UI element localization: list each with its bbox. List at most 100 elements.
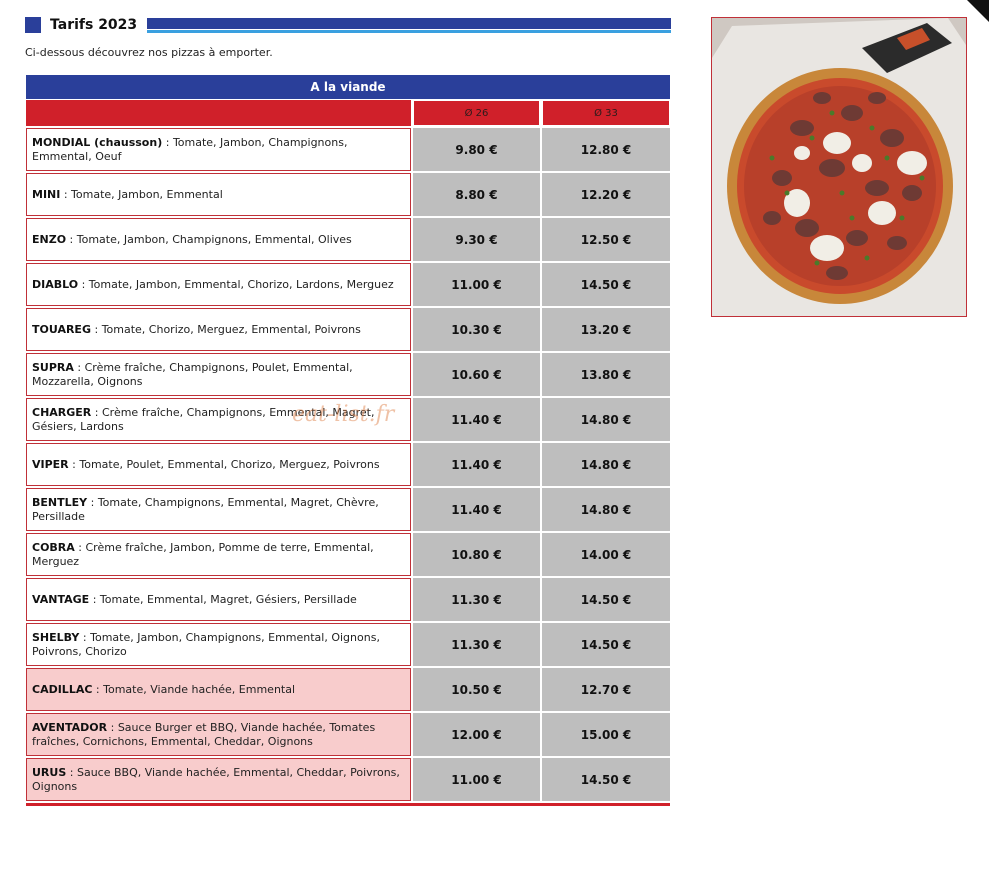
separator: : — [60, 187, 72, 201]
table-row: ENZO : Tomate, Jambon, Champignons, Emme… — [26, 217, 670, 262]
separator: : — [79, 630, 91, 644]
table-row: AVENTADOR : Sauce Burger et BBQ, Viande … — [26, 712, 670, 757]
table-row: URUS : Sauce BBQ, Viande hachée, Emmenta… — [26, 757, 670, 802]
price-26: 10.60 € — [413, 353, 540, 396]
section-header: Tarifs 2023 — [25, 16, 671, 38]
separator: : — [107, 720, 118, 734]
price-33: 15.00 € — [542, 713, 670, 756]
pizza-ingredients: Tomate, Emmental, Magret, Gésiers, Persi… — [99, 592, 357, 606]
price-33: 14.50 € — [542, 623, 670, 666]
pizza-description: VIPER : Tomate, Poulet, Emmental, Choriz… — [26, 443, 411, 486]
price-33: 14.50 € — [542, 578, 670, 621]
pizza-description: MONDIAL (chausson) : Tomate, Jambon, Cha… — [26, 128, 411, 171]
pizza-description-text: URUS : Sauce BBQ, Viande hachée, Emmenta… — [32, 766, 405, 794]
separator: : — [73, 360, 85, 374]
table-row: MONDIAL (chausson) : Tomate, Jambon, Cha… — [26, 127, 670, 172]
intro-text: Ci-dessous découvrez nos pizzas à emport… — [25, 46, 273, 59]
pizza-description: BENTLEY : Tomate, Champignons, Emmental,… — [26, 488, 411, 531]
column-header-33: Ø 33 — [542, 100, 670, 126]
price-26: 10.50 € — [413, 668, 540, 711]
price-26: 10.30 € — [413, 308, 540, 351]
table-header-row: Ø 26 Ø 33 — [26, 100, 670, 126]
price-33: 13.20 € — [542, 308, 670, 351]
pizza-name: DIABLO — [32, 277, 79, 291]
pizza-photo-icon — [712, 18, 966, 316]
pizza-description-text: VIPER : Tomate, Poulet, Emmental, Choriz… — [32, 458, 380, 472]
pizza-description-text: BENTLEY : Tomate, Champignons, Emmental,… — [32, 496, 405, 524]
pizza-name: SUPRA — [32, 360, 74, 374]
pizza-name: CHARGER — [32, 405, 92, 419]
table-row: TOUAREG : Tomate, Chorizo, Merguez, Emme… — [26, 307, 670, 352]
pizza-description-text: ENZO : Tomate, Jambon, Champignons, Emme… — [32, 233, 352, 247]
pizza-ingredients: Tomate, Jambon, Emmental — [71, 187, 223, 201]
pizza-description: ENZO : Tomate, Jambon, Champignons, Emme… — [26, 218, 411, 261]
separator: : — [68, 457, 80, 471]
section-title: Tarifs 2023 — [50, 16, 144, 35]
pizza-photo — [711, 17, 967, 317]
pizza-description-text: CADILLAC : Tomate, Viande hachée, Emment… — [32, 683, 295, 697]
table-row: SUPRA : Crème fraîche, Champignons, Poul… — [26, 352, 670, 397]
price-33: 14.80 € — [542, 443, 670, 486]
separator: : — [162, 135, 173, 149]
price-26: 8.80 € — [413, 173, 540, 216]
price-33: 14.80 € — [542, 488, 670, 531]
separator: : — [89, 592, 100, 606]
table-row: SHELBY : Tomate, Jambon, Champignons, Em… — [26, 622, 670, 667]
separator: : — [87, 495, 98, 509]
price-table: A la viande Ø 26 Ø 33 MONDIAL (chausson)… — [26, 75, 670, 806]
price-33: 14.00 € — [542, 533, 670, 576]
separator: : — [66, 765, 77, 779]
price-26: 9.30 € — [413, 218, 540, 261]
table-row: VANTAGE : Tomate, Emmental, Magret, Gési… — [26, 577, 670, 622]
separator: : — [92, 682, 104, 696]
pizza-description-text: SHELBY : Tomate, Jambon, Champignons, Em… — [32, 631, 405, 659]
pizza-description: DIABLO : Tomate, Jambon, Emmental, Chori… — [26, 263, 411, 306]
price-33: 14.50 € — [542, 758, 670, 801]
pizza-name: MONDIAL (chausson) — [32, 135, 163, 149]
price-33: 12.70 € — [542, 668, 670, 711]
price-33: 12.20 € — [542, 173, 670, 216]
pizza-description-text: SUPRA : Crème fraîche, Champignons, Poul… — [32, 361, 405, 389]
price-26: 11.00 € — [413, 758, 540, 801]
pizza-name: TOUAREG — [32, 322, 91, 336]
pizza-ingredients: Sauce BBQ, Viande hachée, Emmental, Ched… — [32, 765, 400, 793]
pizza-description: URUS : Sauce BBQ, Viande hachée, Emmenta… — [26, 758, 411, 801]
pizza-name: CADILLAC — [32, 682, 93, 696]
pizza-name: MINI — [32, 187, 61, 201]
separator: : — [66, 232, 77, 246]
table-row: BENTLEY : Tomate, Champignons, Emmental,… — [26, 487, 670, 532]
price-26: 11.30 € — [413, 578, 540, 621]
pizza-ingredients: Tomate, Poulet, Emmental, Chorizo, Mergu… — [79, 457, 380, 471]
header-bar — [147, 18, 671, 29]
pizza-description-text: MONDIAL (chausson) : Tomate, Jambon, Cha… — [32, 136, 405, 164]
category-title: A la viande — [26, 75, 670, 99]
table-row: MINI : Tomate, Jambon, Emmental 8.80 €12.… — [26, 172, 670, 217]
pizza-description-text: TOUAREG : Tomate, Chorizo, Merguez, Emme… — [32, 323, 361, 337]
table-row: VIPER : Tomate, Poulet, Emmental, Choriz… — [26, 442, 670, 487]
pizza-description: COBRA : Crème fraîche, Jambon, Pomme de … — [26, 533, 411, 576]
pizza-ingredients: Tomate, Jambon, Champignons, Emmental, O… — [76, 232, 352, 246]
separator: : — [74, 540, 86, 554]
pizza-name: VIPER — [32, 457, 69, 471]
pizza-description: TOUAREG : Tomate, Chorizo, Merguez, Emme… — [26, 308, 411, 351]
price-26: 11.30 € — [413, 623, 540, 666]
column-header-26: Ø 26 — [413, 100, 540, 126]
pizza-name: ENZO — [32, 232, 67, 246]
separator: : — [90, 322, 102, 336]
pizza-description: CADILLAC : Tomate, Viande hachée, Emment… — [26, 668, 411, 711]
price-26: 11.40 € — [413, 443, 540, 486]
pizza-ingredients: Tomate, Viande hachée, Emmental — [103, 682, 296, 696]
header-bar-accent — [147, 30, 671, 33]
table-row: CADILLAC : Tomate, Viande hachée, Emment… — [26, 667, 670, 712]
watermark: eat-list.fr — [292, 402, 395, 427]
pizza-description: SUPRA : Crème fraîche, Champignons, Poul… — [26, 353, 411, 396]
table-row: DIABLO : Tomate, Jambon, Emmental, Chori… — [26, 262, 670, 307]
pizza-description: AVENTADOR : Sauce Burger et BBQ, Viande … — [26, 713, 411, 756]
pizza-name: VANTAGE — [32, 592, 90, 606]
separator: : — [91, 405, 102, 419]
price-26: 11.40 € — [413, 398, 540, 441]
price-33: 13.80 € — [542, 353, 670, 396]
pizza-name: AVENTADOR — [32, 720, 108, 734]
table-bottom-line — [26, 803, 670, 806]
table-body: MONDIAL (chausson) : Tomate, Jambon, Cha… — [26, 127, 670, 802]
